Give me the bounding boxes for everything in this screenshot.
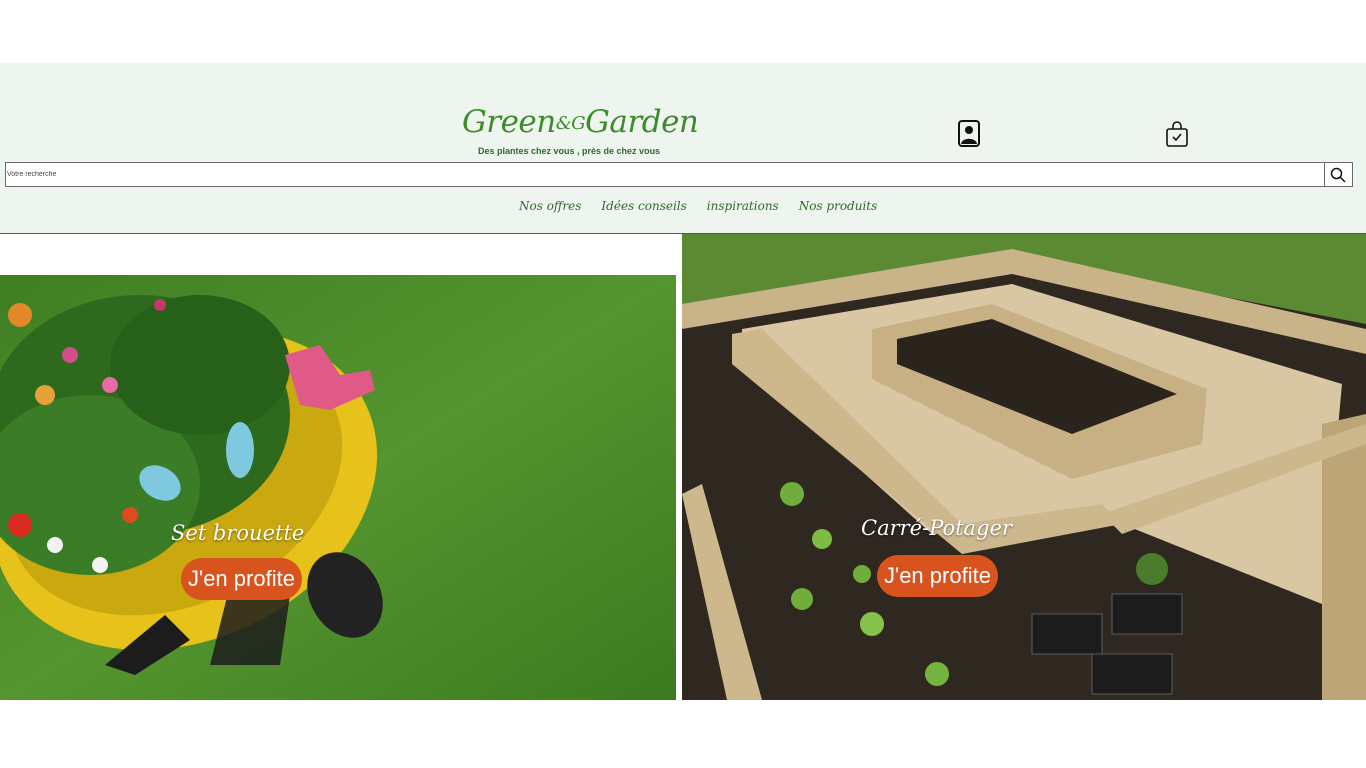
logo-text-garden: Garden — [585, 104, 699, 140]
raised-garden-bed-image — [682, 234, 1366, 700]
nav-item-offres[interactable]: Nos offres — [519, 199, 581, 213]
shopping-bag-icon — [1166, 121, 1188, 147]
nav-item-produits[interactable]: Nos produits — [799, 199, 878, 213]
promo-carre-potager[interactable]: Carré-Potager J'en profite — [682, 234, 1366, 700]
nav-item-conseils[interactable]: Idées conseils — [601, 199, 686, 213]
logo-text-green: Green — [462, 104, 556, 140]
promo-set-brouette[interactable]: Set brouette J'en profite — [0, 275, 676, 700]
search-input[interactable] — [6, 163, 1325, 186]
user-profile-icon — [958, 120, 980, 147]
nav-item-inspirations[interactable]: inspirations — [707, 199, 779, 213]
site-logo[interactable]: Green&GGarden — [462, 104, 699, 140]
wheelbarrow-image — [0, 275, 676, 700]
promo-cta-brouette[interactable]: J'en profite — [181, 558, 302, 600]
site-header: Green&GGarden Des plantes chez vous , pr… — [0, 63, 1366, 234]
search-button[interactable] — [1324, 163, 1352, 186]
promo-cta-potager[interactable]: J'en profite — [877, 555, 998, 597]
promo-title-potager: Carré-Potager — [861, 516, 1012, 540]
site-tagline: Des plantes chez vous , près de chez vou… — [478, 146, 661, 156]
cart-button[interactable] — [1165, 120, 1189, 148]
promo-title-brouette: Set brouette — [171, 521, 305, 545]
logo-ampersand: &G — [555, 113, 586, 134]
account-button[interactable] — [957, 120, 981, 148]
search-icon — [1330, 167, 1346, 183]
search-bar — [5, 162, 1353, 187]
main-nav: Nos offres Idées conseils inspirations N… — [519, 199, 877, 213]
